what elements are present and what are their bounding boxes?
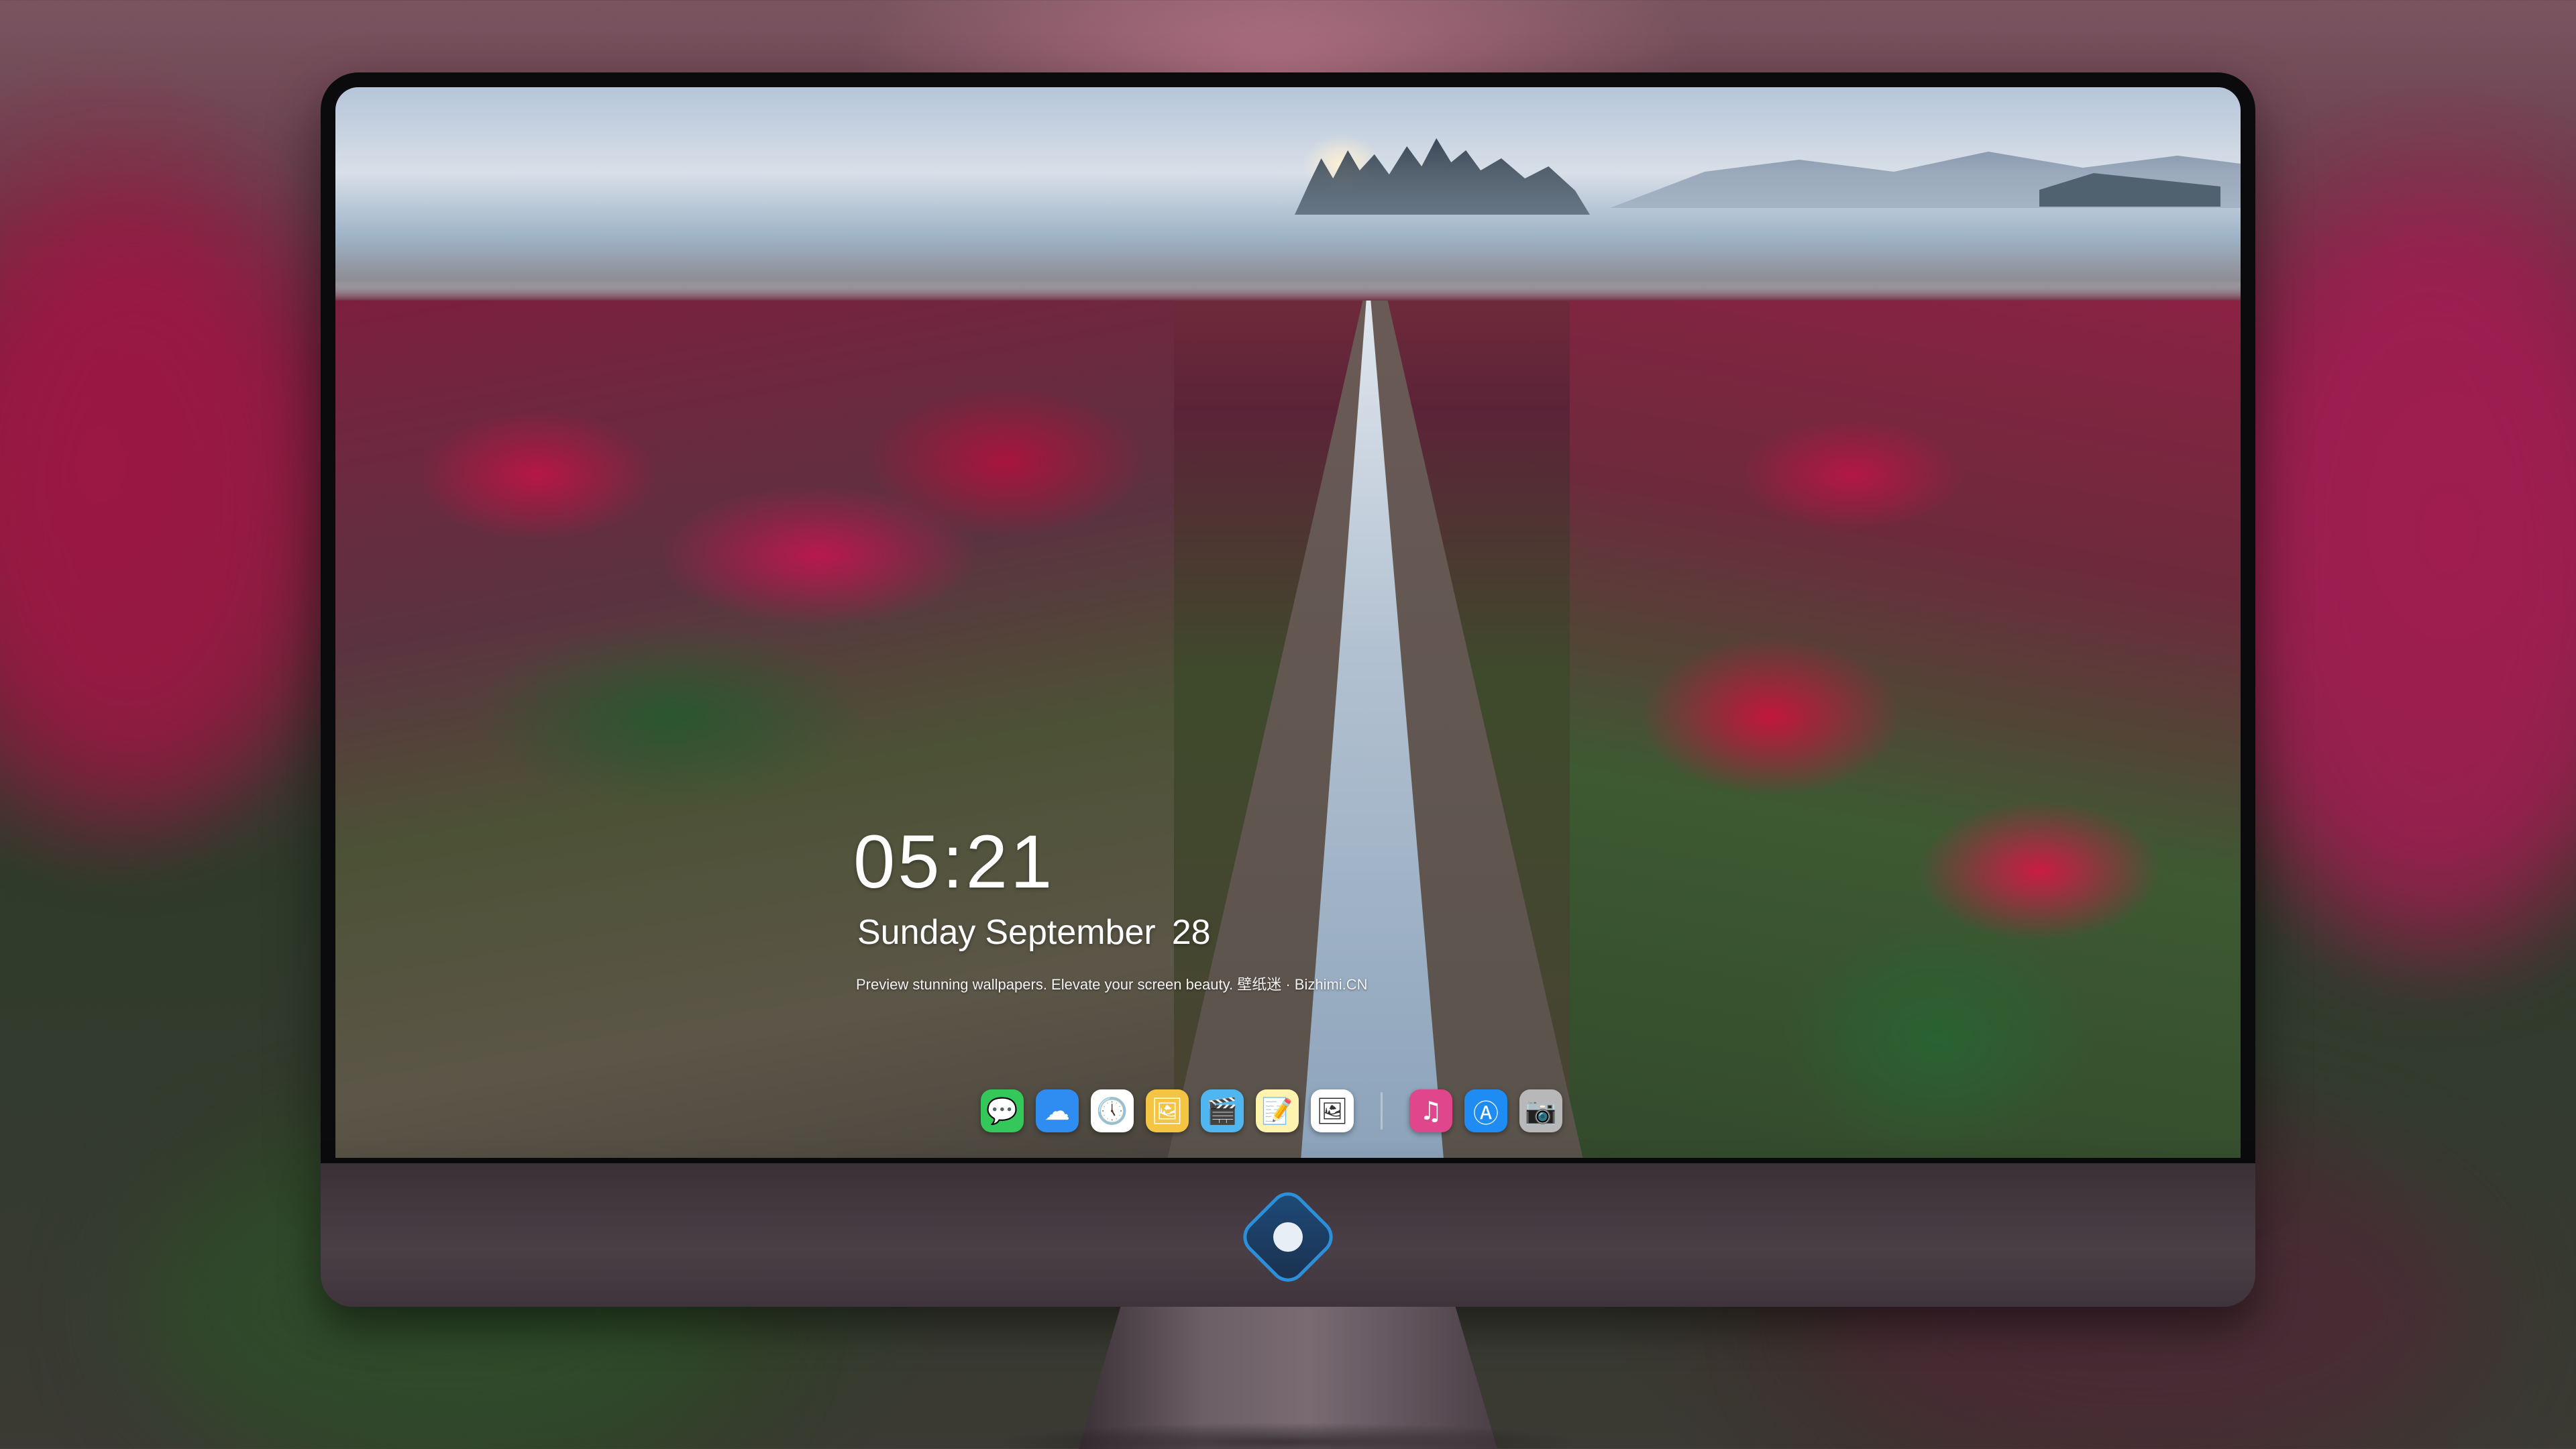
lockscreen-time: 05:21 bbox=[853, 820, 1055, 904]
weather-icon[interactable]: ☁ bbox=[1036, 1089, 1079, 1132]
stand-shadow bbox=[993, 1422, 1583, 1449]
messages-icon[interactable]: 💬 bbox=[981, 1089, 1024, 1132]
music-icon[interactable]: ♫ bbox=[1409, 1089, 1452, 1132]
videos-icon[interactable]: 🎬 bbox=[1201, 1089, 1244, 1132]
screen[interactable]: 05:21 Sunday September 28 Preview stunning… bbox=[335, 87, 2241, 1158]
wallpaper-tulips-left bbox=[335, 301, 1174, 1158]
dock-separator bbox=[1381, 1092, 1383, 1130]
dock: 💬 ☁ 🕔 🖼 🎬 📝 🖼 ♫ Ⓐ 📷 bbox=[981, 1081, 1562, 1140]
notes-icon[interactable]: 📝 bbox=[1256, 1089, 1299, 1132]
lockscreen-date: Sunday September 28 bbox=[857, 912, 1220, 953]
lockscreen-tagline: Preview stunning wallpapers. Elevate you… bbox=[856, 976, 1368, 993]
preview-icon[interactable]: 🖼 bbox=[1146, 1089, 1189, 1132]
lockscreen-day: 28 bbox=[1171, 913, 1211, 952]
brand-logo-face bbox=[1273, 1222, 1303, 1252]
lockscreen-month: September bbox=[985, 913, 1156, 952]
clock-icon[interactable]: 🕔 bbox=[1091, 1089, 1134, 1132]
camera-icon[interactable]: 📷 bbox=[1519, 1089, 1562, 1132]
lockscreen-weekday: Sunday bbox=[857, 913, 976, 952]
photos-icon[interactable]: 🖼 bbox=[1311, 1089, 1354, 1132]
wallpaper-tulips-right bbox=[1570, 301, 2241, 1158]
monitor-bezel: 05:21 Sunday September 28 Preview stunning… bbox=[321, 72, 2255, 1163]
app-store-icon[interactable]: Ⓐ bbox=[1464, 1089, 1507, 1132]
